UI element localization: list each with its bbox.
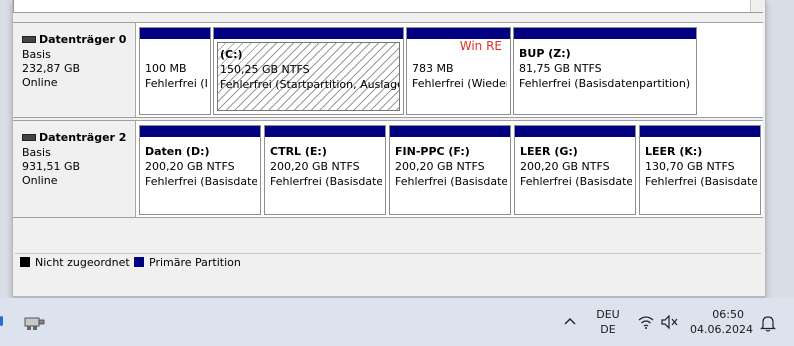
partition-type-bar xyxy=(640,126,760,137)
partition-status: Fehlerfrei (Basisdater xyxy=(145,175,257,188)
disk-0-name: Datenträger 0 xyxy=(22,33,126,46)
legend-bar: Nicht zugeordnet Primäre Partition xyxy=(15,253,761,272)
partition-z[interactable]: BUP (Z:) 81,75 GB NTFS Fehlerfrei (Basis… xyxy=(513,27,697,115)
partition-status: Fehlerfrei (Basisdater xyxy=(520,175,632,188)
partition-size: 150,25 GB NTFS xyxy=(220,63,310,76)
partition-efi[interactable]: 100 MB Fehlerfrei (I xyxy=(139,27,211,115)
disk-2-info[interactable]: Datenträger 2 Basis 931,51 GB Online xyxy=(13,121,136,217)
partition-type-bar xyxy=(214,28,403,39)
partition-size: 200,20 GB NTFS xyxy=(145,160,235,173)
partition-d[interactable]: Daten (D:) 200,20 GB NTFS Fehlerfrei (Ba… xyxy=(139,125,261,215)
disk-2-name: Datenträger 2 xyxy=(22,131,126,144)
partition-e[interactable]: CTRL (E:) 200,20 GB NTFS Fehlerfrei (Bas… xyxy=(264,125,386,215)
language-indicator[interactable]: DEU DE xyxy=(594,308,622,336)
wifi-icon[interactable] xyxy=(637,314,655,330)
partition-status: Fehlerfrei (Startpartition, Auslager xyxy=(220,78,400,91)
chevron-up-icon[interactable] xyxy=(562,314,578,328)
partition-label: BUP (Z:) xyxy=(519,47,571,60)
partition-type-bar xyxy=(265,126,385,137)
disk-icon xyxy=(22,35,36,43)
partition-status: Fehlerfrei (Basisdater xyxy=(395,175,507,188)
disk-0-info[interactable]: Datenträger 0 Basis 232,87 GB Online xyxy=(13,23,136,117)
disk-management-window: Datenträger 0 Basis 232,87 GB Online 100… xyxy=(12,0,766,297)
legend-swatch-black xyxy=(20,257,30,267)
partition-c[interactable]: (C:) 150,25 GB NTFS Fehlerfrei (Startpar… xyxy=(213,27,404,115)
partition-type-bar xyxy=(140,28,210,39)
clock[interactable]: 06:50 04.06.2024 xyxy=(690,308,753,336)
scrollbar-top[interactable] xyxy=(750,0,765,12)
legend-swatch-blue xyxy=(134,257,144,267)
taskbar: DEU DE 06:50 04.06.2024 xyxy=(0,298,794,346)
partition-label: Daten (D:) xyxy=(145,145,210,158)
partition-size: 200,20 GB NTFS xyxy=(520,160,610,173)
partition-f[interactable]: FIN-PPC (F:) 200,20 GB NTFS Fehlerfrei (… xyxy=(389,125,511,215)
volume-muted-icon[interactable] xyxy=(660,314,680,330)
disk-0-size: 232,87 GB xyxy=(22,62,81,75)
partition-type-bar xyxy=(515,126,635,137)
partition-status: Fehlerfrei (Basisdater xyxy=(270,175,382,188)
legend-unallocated: Nicht zugeordnet xyxy=(20,256,130,269)
partition-status: Fehlerfrei (I xyxy=(145,77,207,90)
partition-status: Fehlerfrei (Wieder xyxy=(412,77,507,90)
disk-icon xyxy=(22,133,36,141)
partition-size: 81,75 GB NTFS xyxy=(519,62,602,75)
partition-k[interactable]: LEER (K:) 130,70 GB NTFS Fehlerfrei (Bas… xyxy=(639,125,761,215)
disk-2-row[interactable]: Datenträger 2 Basis 931,51 GB Online Dat… xyxy=(13,120,763,218)
partition-status: Fehlerfrei (Basisdatenpartition) xyxy=(519,77,691,90)
disk-0-type: Basis xyxy=(22,48,51,61)
partition-type-bar xyxy=(390,126,510,137)
partition-recovery[interactable]: Win RE 783 MB Fehlerfrei (Wieder xyxy=(406,27,511,115)
usb-drive-icon[interactable] xyxy=(22,312,46,334)
partition-size: 100 MB xyxy=(145,62,187,75)
partition-type-bar xyxy=(514,28,696,39)
partition-type-bar xyxy=(407,28,510,39)
disk-0-row[interactable]: Datenträger 0 Basis 232,87 GB Online 100… xyxy=(13,22,763,118)
partition-size: 130,70 GB NTFS xyxy=(645,160,735,173)
disk-0-status: Online xyxy=(22,76,58,89)
disk-2-type: Basis xyxy=(22,146,51,159)
partition-g[interactable]: LEER (G:) 200,20 GB NTFS Fehlerfrei (Bas… xyxy=(514,125,636,215)
partition-label: FIN-PPC (F:) xyxy=(395,145,470,158)
disk-2-size: 931,51 GB xyxy=(22,160,81,173)
partition-status: Fehlerfrei (Basisdate xyxy=(645,175,757,188)
volume-list-bottom-edge xyxy=(13,0,763,13)
partition-label: LEER (G:) xyxy=(520,145,578,158)
disk-2-status: Online xyxy=(22,174,58,187)
partition-size: 783 MB xyxy=(412,62,454,75)
partition-label: CTRL (E:) xyxy=(270,145,327,158)
legend-primary: Primäre Partition xyxy=(134,256,241,269)
partition-size: 200,20 GB NTFS xyxy=(395,160,485,173)
partition-type-bar xyxy=(140,126,260,137)
partition-size: 200,20 GB NTFS xyxy=(270,160,360,173)
taskbar-indicator xyxy=(0,316,3,326)
partition-label: LEER (K:) xyxy=(645,145,703,158)
notification-bell-icon[interactable] xyxy=(760,314,776,332)
partition-label: (C:) xyxy=(220,48,243,61)
